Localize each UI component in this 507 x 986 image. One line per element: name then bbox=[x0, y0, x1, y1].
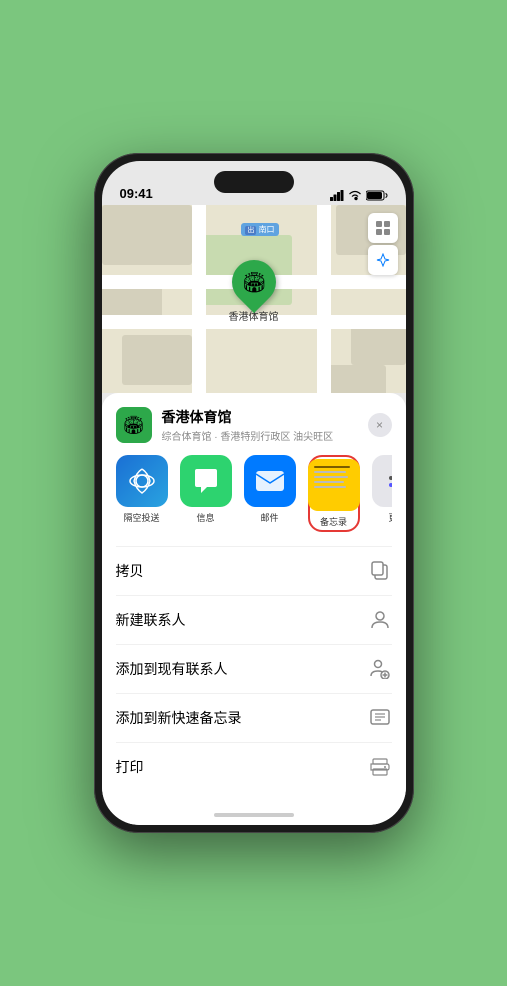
map-controls bbox=[368, 213, 398, 275]
new-contact-label: 新建联系人 bbox=[116, 610, 186, 630]
map-block bbox=[102, 205, 192, 265]
map-type-button[interactable] bbox=[368, 213, 398, 243]
action-list: 拷贝 新建联系人 bbox=[116, 546, 392, 791]
airdrop-icon bbox=[116, 455, 168, 507]
notes-icon bbox=[308, 459, 360, 511]
map-road bbox=[317, 205, 331, 393]
venue-name: 香港体育馆 bbox=[162, 407, 368, 427]
note-symbol bbox=[370, 709, 390, 727]
venue-icon: 🏟 bbox=[116, 407, 152, 443]
print-label: 打印 bbox=[116, 757, 144, 777]
copy-label: 拷贝 bbox=[116, 561, 144, 581]
road-label: 出 南口 bbox=[241, 223, 278, 236]
app-item-more[interactable]: 更多 bbox=[372, 455, 392, 532]
print-symbol bbox=[370, 758, 390, 776]
airdrop-label: 隔空投送 bbox=[123, 511, 159, 524]
mail-icon bbox=[244, 455, 296, 507]
add-existing-label: 添加到现有联系人 bbox=[116, 659, 228, 679]
person-add-icon bbox=[368, 657, 392, 681]
dynamic-island bbox=[214, 171, 294, 193]
app-item-notes[interactable]: 备忘录 bbox=[308, 455, 360, 532]
dots-row-2 bbox=[389, 483, 392, 487]
battery-icon bbox=[366, 190, 388, 201]
app-item-messages[interactable]: 信息 bbox=[180, 455, 232, 532]
location-button[interactable] bbox=[368, 245, 398, 275]
person-add-symbol bbox=[370, 659, 390, 679]
more-dots bbox=[389, 476, 392, 487]
home-bar bbox=[214, 813, 294, 817]
apps-row: 隔空投送 信息 bbox=[116, 455, 392, 532]
home-indicator bbox=[102, 805, 406, 825]
map-area[interactable]: 出 南口 🏟 香港体育馆 bbox=[102, 205, 406, 393]
pin-circle: 🏟 bbox=[222, 251, 284, 313]
venue-subtitle: 综合体育馆 · 香港特别行政区 油尖旺区 bbox=[162, 428, 368, 443]
dots-row-1 bbox=[389, 476, 392, 480]
wifi-icon bbox=[348, 190, 362, 201]
person-icon bbox=[368, 608, 392, 632]
copy-icon bbox=[368, 559, 392, 583]
mail-symbol bbox=[255, 470, 285, 492]
app-item-airdrop[interactable]: 隔空投送 bbox=[116, 455, 168, 532]
action-quick-note[interactable]: 添加到新快速备忘录 bbox=[116, 694, 392, 743]
signal-icon bbox=[330, 190, 344, 201]
action-copy[interactable]: 拷贝 bbox=[116, 547, 392, 596]
map-type-icon bbox=[375, 220, 391, 236]
map-block bbox=[326, 365, 386, 393]
messages-label: 信息 bbox=[196, 511, 214, 524]
map-road bbox=[192, 205, 206, 393]
messages-icon bbox=[180, 455, 232, 507]
print-icon bbox=[368, 755, 392, 779]
stadium-icon: 🏟 bbox=[241, 270, 266, 295]
phone-frame: 09:41 bbox=[94, 153, 414, 833]
quick-note-label: 添加到新快速备忘录 bbox=[116, 708, 242, 728]
app-item-mail[interactable]: 邮件 bbox=[244, 455, 296, 532]
map-block bbox=[122, 335, 192, 385]
venue-header: 🏟 香港体育馆 综合体育馆 · 香港特别行政区 油尖旺区 × bbox=[116, 407, 392, 443]
action-new-contact[interactable]: 新建联系人 bbox=[116, 596, 392, 645]
mail-label: 邮件 bbox=[260, 511, 278, 524]
action-add-existing[interactable]: 添加到现有联系人 bbox=[116, 645, 392, 694]
action-print[interactable]: 打印 bbox=[116, 743, 392, 791]
messages-symbol bbox=[191, 467, 221, 495]
status-icons bbox=[330, 190, 388, 201]
location-icon bbox=[376, 253, 390, 267]
more-icon bbox=[372, 455, 392, 507]
venue-info: 香港体育馆 综合体育馆 · 香港特别行政区 油尖旺区 bbox=[162, 407, 368, 443]
stadium-pin[interactable]: 🏟 香港体育馆 bbox=[229, 260, 279, 323]
copy-symbol bbox=[371, 561, 389, 581]
close-button[interactable]: × bbox=[368, 413, 392, 437]
more-label: 更多 bbox=[388, 511, 391, 524]
notes-label: 备忘录 bbox=[320, 515, 347, 528]
note-icon bbox=[368, 706, 392, 730]
person-symbol bbox=[371, 610, 389, 630]
airdrop-symbol bbox=[128, 467, 156, 495]
phone-screen: 09:41 bbox=[102, 161, 406, 825]
status-time: 09:41 bbox=[120, 186, 153, 201]
bottom-sheet: 🏟 香港体育馆 综合体育馆 · 香港特别行政区 油尖旺区 × bbox=[102, 393, 406, 805]
